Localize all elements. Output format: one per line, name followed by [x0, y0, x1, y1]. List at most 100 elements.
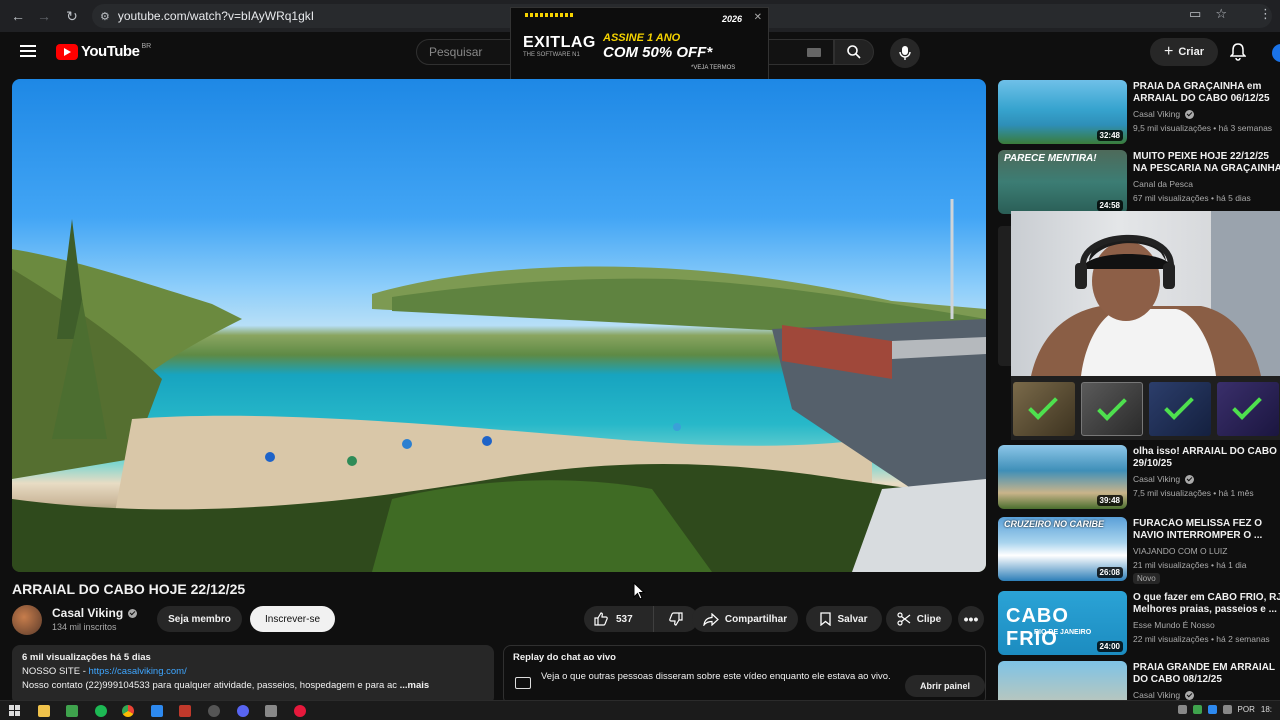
video-thumbnail[interactable]: 32:48 — [998, 80, 1127, 144]
forward-icon[interactable]: → — [32, 4, 56, 28]
recommendation-channel[interactable]: Canal da Pesca — [1133, 179, 1193, 189]
verified-badge-icon — [1185, 691, 1195, 700]
search-placeholder: Pesquisar — [429, 45, 483, 59]
obs-icon[interactable] — [208, 705, 220, 717]
video-thumbnail[interactable]: PARECE MENTIRA! 24:58 — [998, 150, 1127, 214]
bookmark-star-icon[interactable]: ☆ — [1215, 6, 1227, 22]
youtube-logo[interactable]: YouTube BR — [56, 43, 151, 60]
more-actions-button[interactable]: ••• — [958, 606, 984, 632]
taskbar-app-icon[interactable] — [179, 705, 191, 717]
recommendation-channel[interactable]: Esse Mundo É Nosso — [1133, 620, 1215, 630]
recommendation-title[interactable]: olha isso! ARRAIAL DO CABO 29/10/25 — [1133, 446, 1280, 470]
install-app-icon[interactable]: ▭ — [1189, 6, 1201, 22]
recommendation-item[interactable]: 39:48 olha isso! ARRAIAL DO CABO 29/10/25… — [998, 445, 1280, 511]
title-line-1: FURACÃO MELISSA FEZ O — [1133, 518, 1263, 529]
thumbs-up-icon — [594, 612, 608, 626]
open-panel-button[interactable]: Abrir painel — [905, 675, 985, 697]
discord-icon[interactable] — [237, 705, 249, 717]
tray-icon[interactable] — [1192, 705, 1202, 714]
recommendation-title[interactable]: O que fazer em CABO FRIO, RJ Melhores pra… — [1133, 592, 1280, 616]
title-line-1: PRAIA DA GRAÇAINHA em — [1133, 81, 1262, 92]
recommendation-item[interactable]: 32:48 PRAIA DA GRAÇAINHA em ARRAIAL DO CA… — [998, 80, 1280, 146]
tray-icon[interactable] — [1207, 705, 1217, 714]
show-more-link[interactable]: ...mais — [400, 680, 430, 691]
share-button[interactable]: Compartilhar — [692, 606, 798, 632]
menu-icon[interactable]: ⋮ — [1259, 6, 1272, 22]
title-line-2: 29/10/25 — [1133, 458, 1172, 469]
collage-tile — [1217, 382, 1279, 436]
channel-name[interactable]: Casal Viking — [1133, 109, 1180, 119]
tray-icon[interactable] — [1177, 705, 1187, 714]
volume-icon[interactable] — [1222, 705, 1232, 714]
recommendation-title[interactable]: MUITO PEIXE HOJE 22/12/25 NA PESCARIA NA … — [1133, 151, 1280, 175]
clip-button[interactable]: Clipe — [886, 606, 952, 632]
voice-search-button[interactable] — [890, 38, 920, 68]
recommendation-title[interactable]: FURACÃO MELISSA FEZ O NAVIO INTERROMPER O… — [1133, 518, 1280, 542]
windows-start-icon[interactable] — [9, 705, 20, 716]
recommendation-item[interactable]: PRAIA GRANDE EM ARRAIAL DO CABO 08/12/25 … — [998, 661, 1280, 700]
channel-avatar[interactable] — [12, 605, 42, 635]
site-link[interactable]: https://casalviking.com/ — [89, 666, 187, 677]
keyboard-icon[interactable] — [807, 48, 821, 57]
channel-name[interactable]: Casal Viking — [1133, 690, 1180, 700]
save-button[interactable]: Salvar — [806, 606, 882, 632]
create-button[interactable]: + Criar — [1150, 38, 1218, 66]
recommendation-channel[interactable]: VIAJANDO COM O LUIZ — [1133, 546, 1227, 556]
exitlag-ad-overlay[interactable]: 2026 ✕ EXITLAG THE SOFTWARE N1 ASSINE 1 … — [510, 7, 769, 80]
channel-name[interactable]: Casal Viking — [52, 606, 123, 620]
video-thumbnail[interactable] — [998, 661, 1127, 700]
taskbar-app-icon[interactable] — [294, 705, 306, 717]
channel-name[interactable]: Casal Viking — [1133, 474, 1180, 484]
video-thumbnail[interactable]: 39:48 — [998, 445, 1127, 509]
mouse-cursor-icon — [633, 582, 645, 600]
ad-terms: *VEJA TERMOS — [691, 65, 736, 71]
recommendation-title[interactable]: PRAIA GRANDE EM ARRAIAL DO CABO 08/12/25 — [1133, 662, 1280, 686]
video-player[interactable] — [12, 79, 986, 572]
guide-menu-icon[interactable] — [20, 45, 36, 57]
notifications-bell-icon[interactable] — [1229, 43, 1247, 66]
recommendation-channel[interactable]: Casal Viking — [1133, 474, 1195, 485]
account-avatar[interactable] — [1272, 44, 1280, 62]
video-thumbnail[interactable]: CRUZEIRO NO CARIBE 26:08 — [998, 517, 1127, 581]
thumbnail-caption: CRUZEIRO NO CARIBE — [1004, 519, 1105, 529]
clock-time[interactable]: 18: — [1261, 705, 1272, 714]
title-line-2: Melhores praias, passeios e ... — [1133, 604, 1277, 615]
recommendation-channel[interactable]: Casal Viking — [1133, 690, 1195, 700]
recommendation-title[interactable]: PRAIA DA GRAÇAINHA em ARRAIAL DO CABO 06/… — [1133, 81, 1280, 105]
collage-tile — [1081, 382, 1143, 436]
recommendation-item[interactable]: CABO FRIO RIO DE JANEIRO 24:00 O que faz… — [998, 591, 1280, 657]
spotify-icon[interactable] — [95, 705, 107, 717]
taskbar-app-icon[interactable] — [66, 705, 78, 717]
browser-actions: ▭ ☆ ⋮ — [1189, 6, 1272, 22]
taskbar-app-icon[interactable] — [151, 705, 163, 717]
chat-replay-heading: Replay do chat ao vivo — [513, 652, 616, 663]
recommendation-item[interactable]: PARECE MENTIRA! 24:58 MUITO PEIXE HOJE 2… — [998, 150, 1280, 216]
file-explorer-icon[interactable] — [38, 705, 50, 717]
ad-close-icon[interactable]: ✕ — [754, 12, 762, 23]
recommendation-thumbnail-collage[interactable] — [1011, 376, 1280, 440]
recommendation-item[interactable]: CRUZEIRO NO CARIBE 26:08 FURACÃO MELISSA… — [998, 517, 1280, 584]
title-line-2: DO CABO 08/12/25 — [1133, 674, 1222, 685]
description-box[interactable]: 6 mil visualizações há 5 dias NOSSO SITE… — [12, 645, 494, 705]
share-label: Compartilhar — [724, 613, 788, 625]
recommendation-channel[interactable]: Casal Viking — [1133, 109, 1195, 120]
more-actions-icon: ••• — [963, 611, 979, 627]
join-member-button[interactable]: Seja membro — [157, 606, 242, 632]
search-icon — [847, 45, 861, 59]
input-language[interactable]: POR — [1238, 705, 1255, 714]
reload-icon[interactable]: ↻ — [60, 4, 84, 28]
video-thumbnail[interactable]: CABO FRIO RIO DE JANEIRO 24:00 — [998, 591, 1127, 655]
save-label: Salvar — [837, 613, 868, 625]
channel-name-row[interactable]: Casal Viking — [52, 606, 138, 620]
taskbar-app-icon[interactable] — [265, 705, 277, 717]
duration-badge: 32:48 — [1096, 130, 1123, 141]
subscribe-button[interactable]: Inscrever-se — [250, 606, 335, 632]
recommendation-meta: 7,5 mil visualizações • há 1 mês — [1133, 488, 1254, 498]
video-frame-beach-scene — [12, 199, 986, 572]
search-button[interactable] — [834, 39, 874, 65]
back-icon[interactable]: ← — [6, 4, 30, 28]
chrome-icon[interactable] — [122, 705, 134, 717]
collage-tile — [1013, 382, 1075, 436]
site-info-icon[interactable]: ⚙ — [100, 10, 110, 23]
like-button[interactable]: 537 — [584, 606, 654, 632]
